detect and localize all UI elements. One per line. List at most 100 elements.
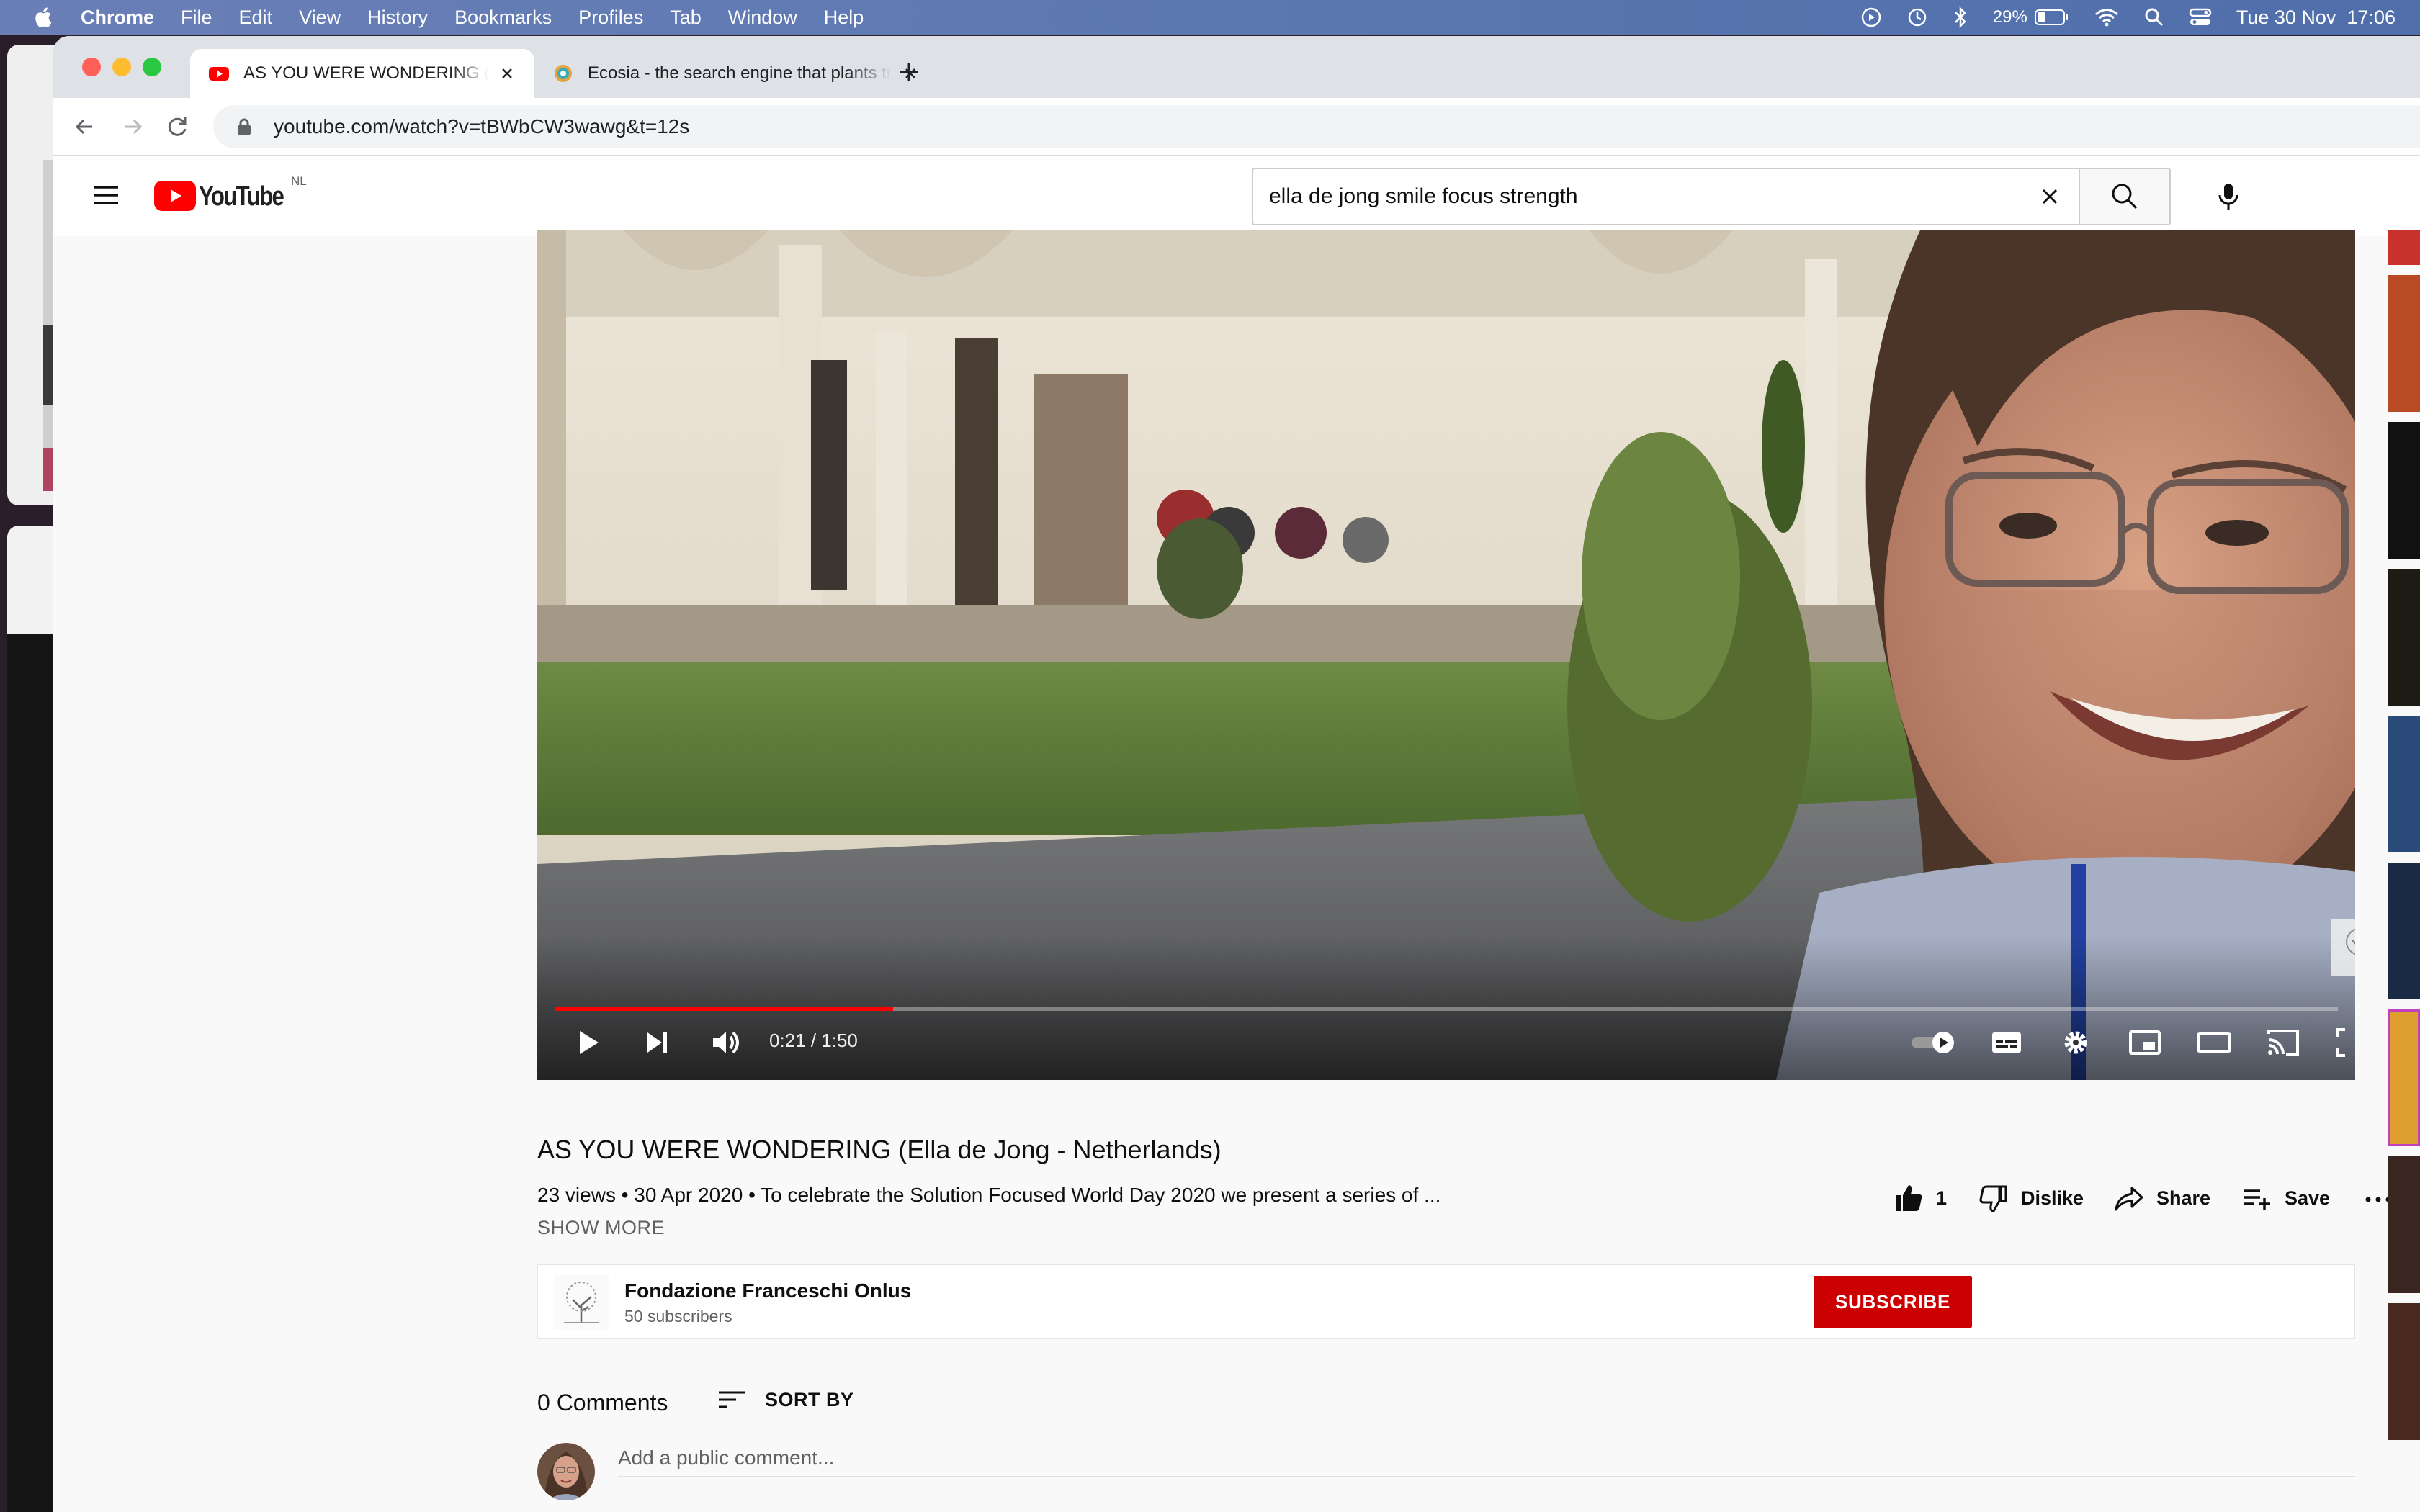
wifi-icon[interactable] [2094,7,2120,27]
sort-label: SORT BY [765,1388,854,1410]
voice-search-button[interactable] [2200,168,2257,225]
playlist-add-icon [2244,1189,2270,1210]
show-more-button[interactable]: SHOW MORE [537,1217,665,1239]
menu-app-name[interactable]: Chrome [81,6,154,29]
related-video-thumbnail[interactable] [2388,422,2420,559]
tab-ecosia[interactable]: Ecosia - the search engine that plants t… [534,49,938,98]
autoplay-toggle[interactable] [1907,1021,1965,1064]
menu-help[interactable]: Help [824,6,864,29]
battery-percent: 29% [1992,7,2027,27]
subtitles-icon[interactable] [1985,1021,2028,1064]
clear-search-icon[interactable] [2037,184,2063,210]
video-player[interactable]: 0:21 / 1:50 [537,230,2355,1080]
save-label: Save [2285,1187,2331,1209]
related-video-thumbnail[interactable] [2388,275,2420,412]
user-avatar[interactable] [537,1443,595,1500]
bluetooth-icon[interactable] [1953,6,1968,29]
related-videos-strip [2388,230,2420,1512]
related-video-thumbnail[interactable] [2388,569,2420,706]
region-badge: NL [291,174,307,188]
lock-icon[interactable] [235,117,254,136]
youtube-logo[interactable]: YouTube [154,174,291,217]
address-bar[interactable]: youtube.com/watch?v=tBWbCW3wawg&t=12s [213,105,2420,148]
tab-strip: AS YOU WERE WONDERING (Ella de Jong - Ne… [53,36,2420,98]
battery-indicator[interactable]: 29% [1993,7,2069,27]
close-tab-icon[interactable] [497,63,517,84]
subscriber-count: 50 subscribers [624,1307,732,1326]
fullscreen-icon[interactable] [2329,1021,2355,1064]
like-button[interactable]: 1 [1893,1176,1947,1220]
thumbs-down-icon [1979,1185,2007,1212]
search-input[interactable] [1253,169,2037,224]
related-video-thumbnail[interactable] [2388,1156,2420,1293]
forward-icon[interactable] [117,111,148,143]
tab-title: AS YOU WERE WONDERING (Ella de Jong - Ne… [243,63,488,83]
menu-tab[interactable]: Tab [670,6,702,29]
url-text: youtube.com/watch?v=tBWbCW3wawg&t=12s [274,115,690,138]
menu-file[interactable]: File [181,6,212,29]
new-tab-icon[interactable] [897,60,920,84]
related-video-thumbnail[interactable] [2388,1009,2420,1146]
related-video-thumbnail[interactable] [2388,716,2420,852]
window-close-button[interactable] [82,58,101,76]
channel-avatar-icon[interactable] [554,1275,609,1330]
apple-icon[interactable] [32,6,53,29]
video-title: AS YOU WERE WONDERING (Ella de Jong - Ne… [537,1135,1222,1164]
video-description-snippet[interactable]: 23 views • 30 Apr 2020 • To celebrate th… [537,1184,1440,1207]
next-video-icon[interactable] [635,1021,678,1064]
ecosia-favicon-icon [555,65,572,82]
progress-played [555,1007,894,1011]
share-label: Share [2156,1187,2211,1209]
browser-toolbar: youtube.com/watch?v=tBWbCW3wawg&t=12s [53,98,2420,156]
miniplayer-icon[interactable] [2123,1021,2166,1064]
like-count: 1 [1936,1187,1948,1209]
settings-gear-icon[interactable] [2054,1021,2097,1064]
play-icon[interactable] [566,1021,609,1064]
back-icon[interactable] [69,111,101,143]
comment-input[interactable] [618,1440,2355,1477]
window-minimize-button[interactable] [112,58,131,76]
menu-profiles[interactable]: Profiles [578,6,643,29]
cast-icon[interactable] [2262,1021,2305,1064]
macos-menubar: Chrome File Edit View History Bookmarks … [0,0,2420,35]
play-circle-icon[interactable] [1860,6,1882,28]
menu-view[interactable]: View [299,6,341,29]
comments-count: 0 Comments [537,1390,668,1416]
search-button[interactable] [2080,168,2171,225]
channel-watermark[interactable] [2331,919,2355,976]
search-box[interactable] [1252,168,2080,225]
youtube-header: YouTube NL [53,156,2420,236]
dislike-label: Dislike [2021,1187,2084,1209]
subscribe-button[interactable]: SUBSCRIBE [1814,1276,1972,1328]
menu-history[interactable]: History [367,6,428,29]
menu-bookmarks[interactable]: Bookmarks [454,6,552,29]
sort-comments-button[interactable]: SORT BY [716,1384,854,1416]
time-machine-icon[interactable] [1906,6,1928,28]
browser-window: AS YOU WERE WONDERING (Ella de Jong - Ne… [53,36,2420,1512]
dislike-button[interactable]: Dislike [1978,1176,2084,1220]
related-video-thumbnail[interactable] [2388,230,2420,265]
menu-window[interactable]: Window [728,6,797,29]
control-center-icon[interactable] [2189,7,2212,27]
youtube-page: YouTube NL ella de jong smile focus stre… [53,156,2420,1512]
spotlight-search-icon[interactable] [2144,7,2164,27]
window-zoom-button[interactable] [143,58,161,76]
menu-edit[interactable]: Edit [239,6,273,29]
related-video-thumbnail[interactable] [2388,863,2420,999]
theater-mode-icon[interactable] [2192,1021,2236,1064]
menu-icon[interactable] [89,179,122,212]
search-icon [2112,184,2138,210]
volume-icon[interactable] [704,1021,748,1064]
tab-youtube[interactable]: AS YOU WERE WONDERING (Ella de Jong - Ne… [190,49,534,98]
menubar-clock[interactable]: Tue 30 Nov 17:06 [2236,6,2396,29]
tree-logo-icon [2346,928,2355,955]
user-avatar-icon [537,1443,595,1500]
sort-icon [719,1391,745,1408]
battery-icon [2034,9,2068,25]
save-button[interactable]: Save [2241,1176,2330,1220]
related-video-thumbnail[interactable] [2388,1303,2420,1440]
reload-icon[interactable] [161,111,193,143]
progress-bar[interactable] [555,1007,2338,1011]
share-button[interactable]: Share [2113,1176,2210,1220]
channel-name[interactable]: Fondazione Franceschi Onlus [624,1279,911,1302]
